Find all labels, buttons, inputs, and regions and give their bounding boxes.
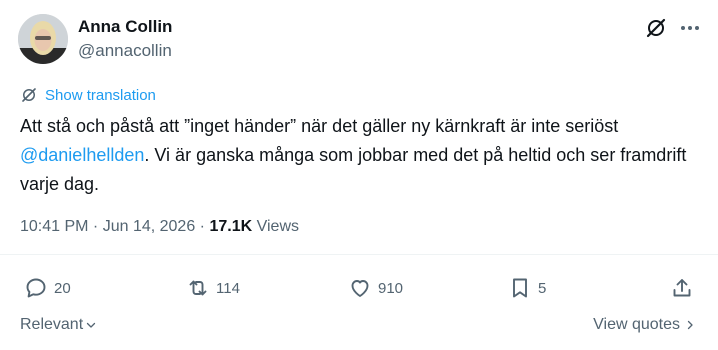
view-quotes-link[interactable]: View quotes xyxy=(593,316,696,334)
avatar[interactable] xyxy=(18,14,68,64)
view-quotes-label: View quotes xyxy=(593,316,680,333)
bookmark-count: 5 xyxy=(538,279,547,297)
author-display-name[interactable]: Anna Collin xyxy=(78,16,172,38)
reply-button[interactable]: 20 xyxy=(24,274,71,302)
share-icon xyxy=(673,279,691,297)
meta-separator: · xyxy=(88,218,103,235)
show-translation-link[interactable]: Show translation xyxy=(20,84,156,106)
mention-link[interactable]: @danielhellden xyxy=(20,145,144,165)
sort-label: Relevant xyxy=(20,316,84,333)
tweet-text-part-1: Att stå och påstå att ”inget händer” när… xyxy=(20,116,619,136)
grok-icon[interactable] xyxy=(644,16,668,40)
translate-icon xyxy=(22,88,36,102)
bookmark-icon xyxy=(513,278,527,298)
repost-count: 114 xyxy=(216,279,240,297)
views-count: 17.1K xyxy=(209,218,253,235)
action-bar: 20 114 910 5 xyxy=(0,274,718,302)
chevron-down-icon xyxy=(87,322,96,328)
avatar-image xyxy=(18,14,68,64)
bookmark-button[interactable]: 5 xyxy=(508,274,546,302)
meta-separator-2: · xyxy=(195,218,210,235)
author-handle[interactable]: @annacollin xyxy=(78,40,172,62)
reply-count: 20 xyxy=(54,279,71,297)
like-icon xyxy=(351,280,369,297)
show-translation-label: Show translation xyxy=(45,86,156,104)
share-button[interactable] xyxy=(670,274,694,302)
more-icon[interactable] xyxy=(678,16,702,40)
tweet-meta: 10:41 PM · Jun 14, 2026 · 17.1K Views xyxy=(20,216,299,238)
tweet-date[interactable]: Jun 14, 2026 xyxy=(103,218,196,235)
like-count: 910 xyxy=(378,279,404,297)
reply-icon xyxy=(26,278,46,298)
divider xyxy=(0,254,718,255)
views-label: Views xyxy=(252,218,299,235)
chevron-right-icon xyxy=(687,320,693,330)
like-button[interactable]: 910 xyxy=(348,274,403,302)
tweet-time[interactable]: 10:41 PM xyxy=(20,218,88,235)
tweet-text: Att stå och påstå att ”inget händer” när… xyxy=(20,112,700,199)
sort-replies-dropdown[interactable]: Relevant xyxy=(20,316,97,334)
repost-icon xyxy=(189,280,207,296)
repost-button[interactable]: 114 xyxy=(186,274,240,302)
